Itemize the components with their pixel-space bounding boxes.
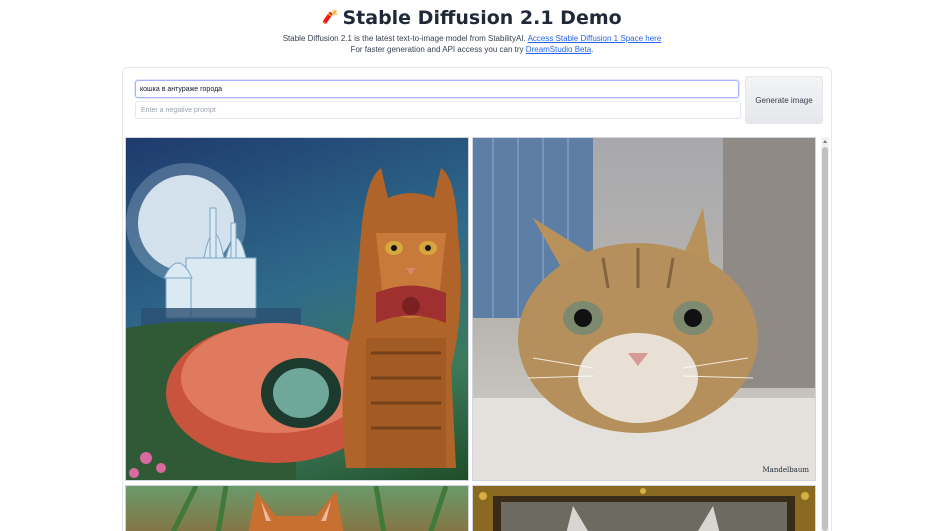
- description-text-1: Stable Diffusion 2.1 is the latest text-…: [282, 34, 526, 43]
- scrollbar-thumb[interactable]: [822, 147, 828, 531]
- gallery-image-4[interactable]: [472, 485, 816, 531]
- page-title-text: Stable Diffusion 2.1 Demo: [342, 7, 622, 29]
- image-signature: Mandelbaum: [762, 466, 809, 474]
- page-title: 🧨 Stable Diffusion 2.1 Demo: [0, 6, 944, 30]
- gallery-image-3[interactable]: [125, 485, 469, 531]
- stable-diffusion-1-link[interactable]: Access Stable Diffusion 1 Space here: [528, 34, 662, 43]
- gallery-image-2[interactable]: Mandelbaum: [472, 137, 816, 481]
- cat-fairytale-city-image: [126, 163, 461, 480]
- gallery-scrollbar[interactable]: [821, 137, 829, 531]
- description-end: .: [591, 45, 594, 54]
- cat-garden-image: [170, 486, 449, 531]
- header: 🧨 Stable Diffusion 2.1 Demo Stable Diffus…: [0, 6, 944, 55]
- dreamstudio-link[interactable]: DreamStudio Beta: [526, 45, 591, 54]
- description-line-2: For faster generation and API access you…: [0, 44, 944, 55]
- page: 🧨 Stable Diffusion 2.1 Demo Stable Diffus…: [0, 0, 944, 531]
- description-line-1: Stable Diffusion 2.1 is the latest text-…: [0, 33, 944, 44]
- cat-closeup-image: [473, 138, 815, 480]
- image-gallery: Mandelbaum: [125, 137, 819, 531]
- gallery-image-1[interactable]: [125, 137, 469, 481]
- generate-image-button[interactable]: Generate image: [745, 76, 823, 124]
- description-text-2: For faster generation and API access you…: [350, 45, 524, 54]
- cat-framed-portrait-image: [473, 486, 815, 531]
- scroll-up-arrow-icon[interactable]: [823, 140, 827, 143]
- description: Stable Diffusion 2.1 is the latest text-…: [0, 33, 944, 55]
- negative-prompt-input[interactable]: Enter a negative prompt: [135, 101, 741, 119]
- prompt-input[interactable]: кошка в антураже города: [135, 80, 739, 98]
- firecracker-icon: 🧨: [322, 10, 339, 25]
